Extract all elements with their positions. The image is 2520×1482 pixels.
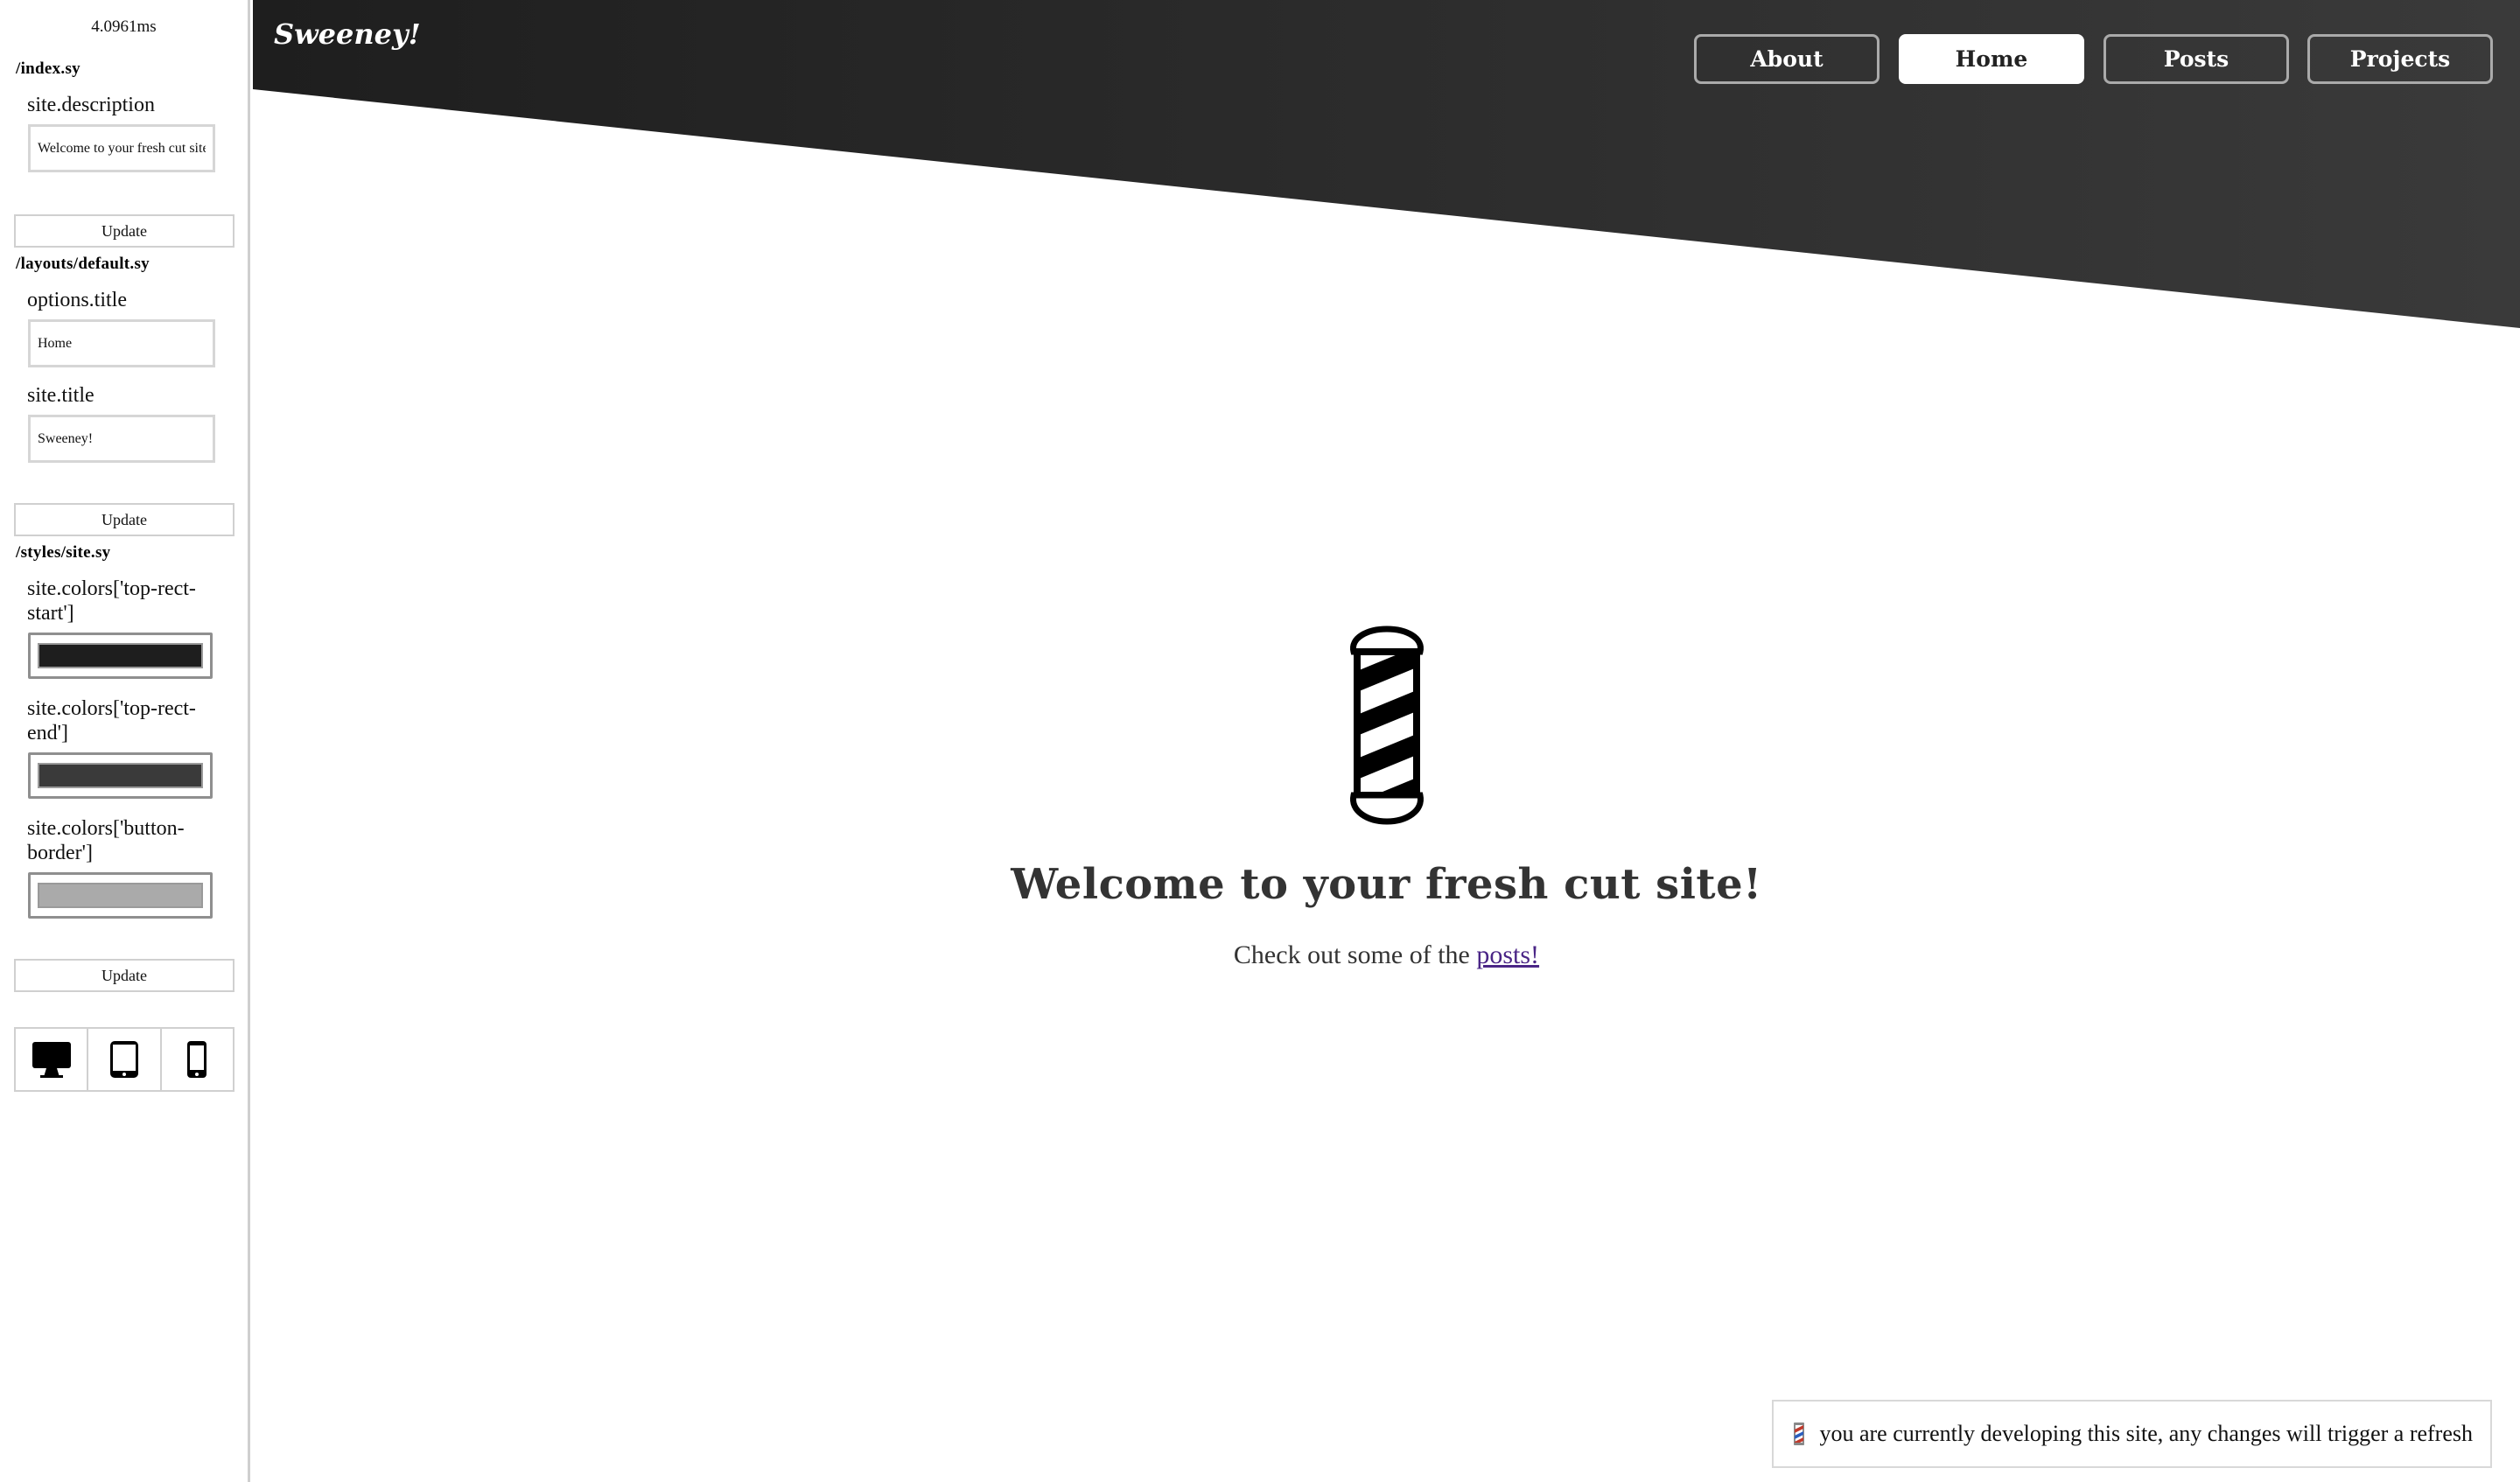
- device-preview-switcher: [14, 1027, 234, 1092]
- nav-home[interactable]: Home: [1899, 34, 2084, 84]
- desktop-preview-button[interactable]: [16, 1029, 89, 1090]
- site-logo-title[interactable]: Sweeney!: [274, 17, 421, 51]
- file-title-default-layout: /layouts/default.sy: [16, 255, 150, 273]
- update-styles-button[interactable]: Update: [14, 959, 234, 992]
- barber-pole-icon: [1794, 1423, 1805, 1445]
- color-swatch: [38, 883, 203, 908]
- welcome-headline: Welcome to your fresh cut site!: [1011, 860, 1762, 909]
- field-label-top-rect-end: site.colors['top-rect-end']: [27, 697, 196, 744]
- file-title-index: /index.sy: [16, 59, 80, 78]
- top-rect-start-color-picker[interactable]: [28, 633, 213, 679]
- site-title-input[interactable]: [28, 415, 215, 463]
- dev-mode-notice: you are currently developing this site, …: [1772, 1400, 2492, 1468]
- welcome-subtext: Check out some of the posts!: [253, 940, 2520, 970]
- update-index-button[interactable]: Update: [14, 214, 234, 248]
- tablet-preview-button[interactable]: [88, 1029, 162, 1090]
- dev-mode-message: you are currently developing this site, …: [1819, 1421, 2473, 1446]
- options-title-input[interactable]: [28, 319, 215, 367]
- field-label-options-title: options.title: [27, 289, 127, 311]
- top-rect-end-color-picker[interactable]: [28, 752, 213, 799]
- update-layout-button[interactable]: Update: [14, 503, 234, 536]
- nav-posts[interactable]: Posts: [2104, 34, 2289, 84]
- field-label-button-border: site.colors['button-border']: [27, 817, 185, 864]
- site-preview: Sweeney! About Home Posts Projects Welco…: [253, 0, 2520, 1482]
- phone-icon: [187, 1041, 207, 1078]
- desktop-icon: [32, 1042, 71, 1078]
- nav-about[interactable]: About: [1694, 34, 1880, 84]
- button-border-color-picker[interactable]: [28, 872, 213, 919]
- nav-projects[interactable]: Projects: [2307, 34, 2493, 84]
- field-label-top-rect-start: site.colors['top-rect-start']: [27, 577, 196, 625]
- color-swatch: [38, 763, 203, 788]
- color-swatch: [38, 643, 203, 668]
- field-label-site-description: site.description: [27, 94, 155, 116]
- field-label-site-title: site.title: [27, 384, 94, 407]
- tablet-icon: [109, 1041, 138, 1078]
- dev-sidebar: 4.0961ms /index.sy site.description Upda…: [0, 0, 250, 1482]
- barber-pole-icon: [1349, 626, 1424, 825]
- site-description-input[interactable]: [28, 124, 215, 172]
- render-timing: 4.0961ms: [91, 17, 157, 36]
- hero-section: Welcome to your fresh cut site! Check ou…: [253, 626, 2520, 970]
- subtext-prefix: Check out some of the: [1233, 940, 1470, 969]
- phone-preview-button[interactable]: [162, 1029, 233, 1090]
- file-title-site-styles: /styles/site.sy: [16, 543, 111, 562]
- posts-link[interactable]: posts!: [1476, 940, 1539, 969]
